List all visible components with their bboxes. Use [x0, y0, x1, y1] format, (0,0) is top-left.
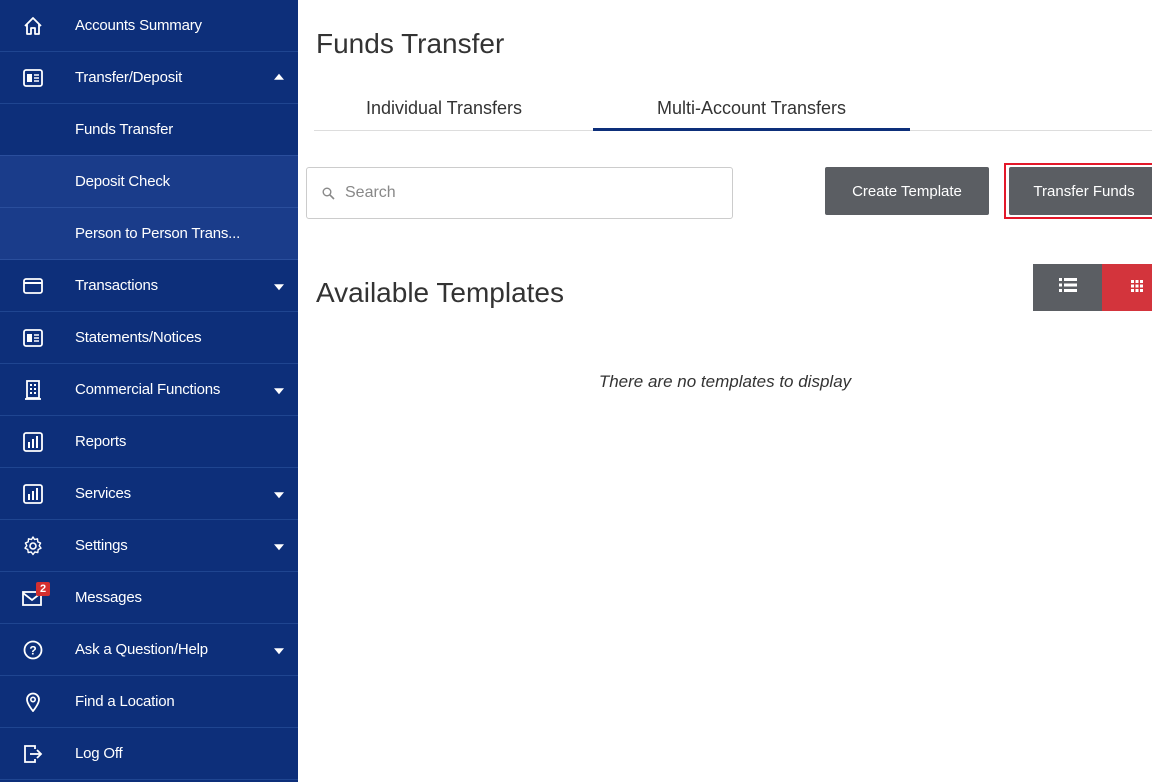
search-input[interactable] — [345, 184, 725, 202]
statement-icon — [22, 327, 44, 349]
services-icon — [22, 483, 44, 505]
sidebar-item-find-location[interactable]: Find a Location — [0, 676, 298, 728]
sidebar-item-label: Settings — [75, 537, 128, 554]
grid-icon — [1130, 279, 1143, 297]
sidebar-item-commercial-functions[interactable]: Commercial Functions — [0, 364, 298, 416]
sidebar-item-label: Commercial Functions — [75, 381, 221, 398]
message-count-badge: 2 — [36, 582, 50, 596]
search-box[interactable] — [306, 167, 733, 219]
list-icon — [1058, 278, 1077, 297]
search-icon — [322, 187, 335, 200]
help-icon: ? — [22, 639, 44, 661]
sidebar-item-label: Reports — [75, 433, 127, 450]
sidebar-item-settings[interactable]: Settings — [0, 520, 298, 572]
sidebar-item-services[interactable]: Services — [0, 468, 298, 520]
list-view-button[interactable] — [1033, 264, 1102, 311]
sidebar-item-reports[interactable]: Reports — [0, 416, 298, 468]
logoff-icon — [22, 743, 44, 765]
sidebar-item-label: Deposit Check — [75, 173, 170, 190]
sidebar-item-label: Person to Person Trans... — [75, 225, 241, 242]
sidebar-item-funds-transfer[interactable]: Funds Transfer — [0, 104, 298, 156]
sidebar-item-label: Transfer/Deposit — [75, 69, 183, 86]
transfer-icon — [22, 67, 44, 89]
sidebar-item-label: Funds Transfer — [75, 121, 174, 138]
sidebar-item-label: Statements/Notices — [75, 329, 202, 346]
sidebar-item-transfer-deposit[interactable]: Transfer/Deposit — [0, 52, 298, 104]
sidebar-item-label: Log Off — [75, 745, 123, 762]
gear-icon — [22, 535, 44, 557]
sidebar-item-label: Messages — [75, 589, 142, 606]
sidebar-item-label: Services — [75, 485, 131, 502]
building-icon — [22, 379, 44, 401]
tab-individual-transfers[interactable]: Individual Transfers — [334, 86, 554, 131]
view-toggle — [1033, 264, 1152, 311]
sidebar-item-log-off[interactable]: Log Off — [0, 728, 298, 780]
chevron-down-icon — [274, 647, 284, 654]
grid-view-button[interactable] — [1102, 264, 1152, 311]
sidebar-item-help[interactable]: ? Ask a Question/Help — [0, 624, 298, 676]
empty-templates-message: There are no templates to display — [598, 372, 852, 391]
chevron-down-icon — [274, 283, 284, 290]
card-icon — [22, 275, 44, 297]
chevron-down-icon — [274, 491, 284, 498]
svg-text:?: ? — [29, 643, 36, 657]
sidebar-item-messages[interactable]: 2 Messages — [0, 572, 298, 624]
report-icon — [22, 431, 44, 453]
section-title: Available Templates — [316, 277, 565, 308]
sidebar-item-person-to-person[interactable]: Person to Person Trans... — [0, 208, 298, 260]
sidebar-item-accounts-summary[interactable]: Accounts Summary — [0, 0, 298, 52]
tab-bar: Individual Transfers Multi-Account Trans… — [314, 86, 1152, 131]
sidebar-item-label: Transactions — [75, 277, 158, 294]
sidebar-item-transactions[interactable]: Transactions — [0, 260, 298, 312]
sidebar-item-statements[interactable]: Statements/Notices — [0, 312, 298, 364]
chevron-down-icon — [274, 387, 284, 394]
transfer-funds-button[interactable]: Transfer Funds — [1009, 167, 1152, 215]
home-icon — [22, 15, 44, 37]
tab-multi-account-transfers[interactable]: Multi-Account Transfers — [593, 86, 910, 131]
chevron-up-icon — [274, 73, 284, 80]
chevron-down-icon — [274, 543, 284, 550]
create-template-button[interactable]: Create Template — [825, 167, 989, 215]
sidebar-item-label: Find a Location — [75, 693, 175, 710]
main-content: Funds Transfer Individual Transfers Mult… — [298, 0, 1152, 782]
page-title: Funds Transfer — [316, 28, 505, 59]
sidebar-item-label: Ask a Question/Help — [75, 641, 208, 658]
location-icon — [22, 691, 44, 713]
sidebar-item-deposit-check[interactable]: Deposit Check — [0, 156, 298, 208]
sidebar-item-label: Accounts Summary — [75, 17, 202, 34]
sidebar: Accounts Summary Transfer/Deposit Funds … — [0, 0, 298, 782]
